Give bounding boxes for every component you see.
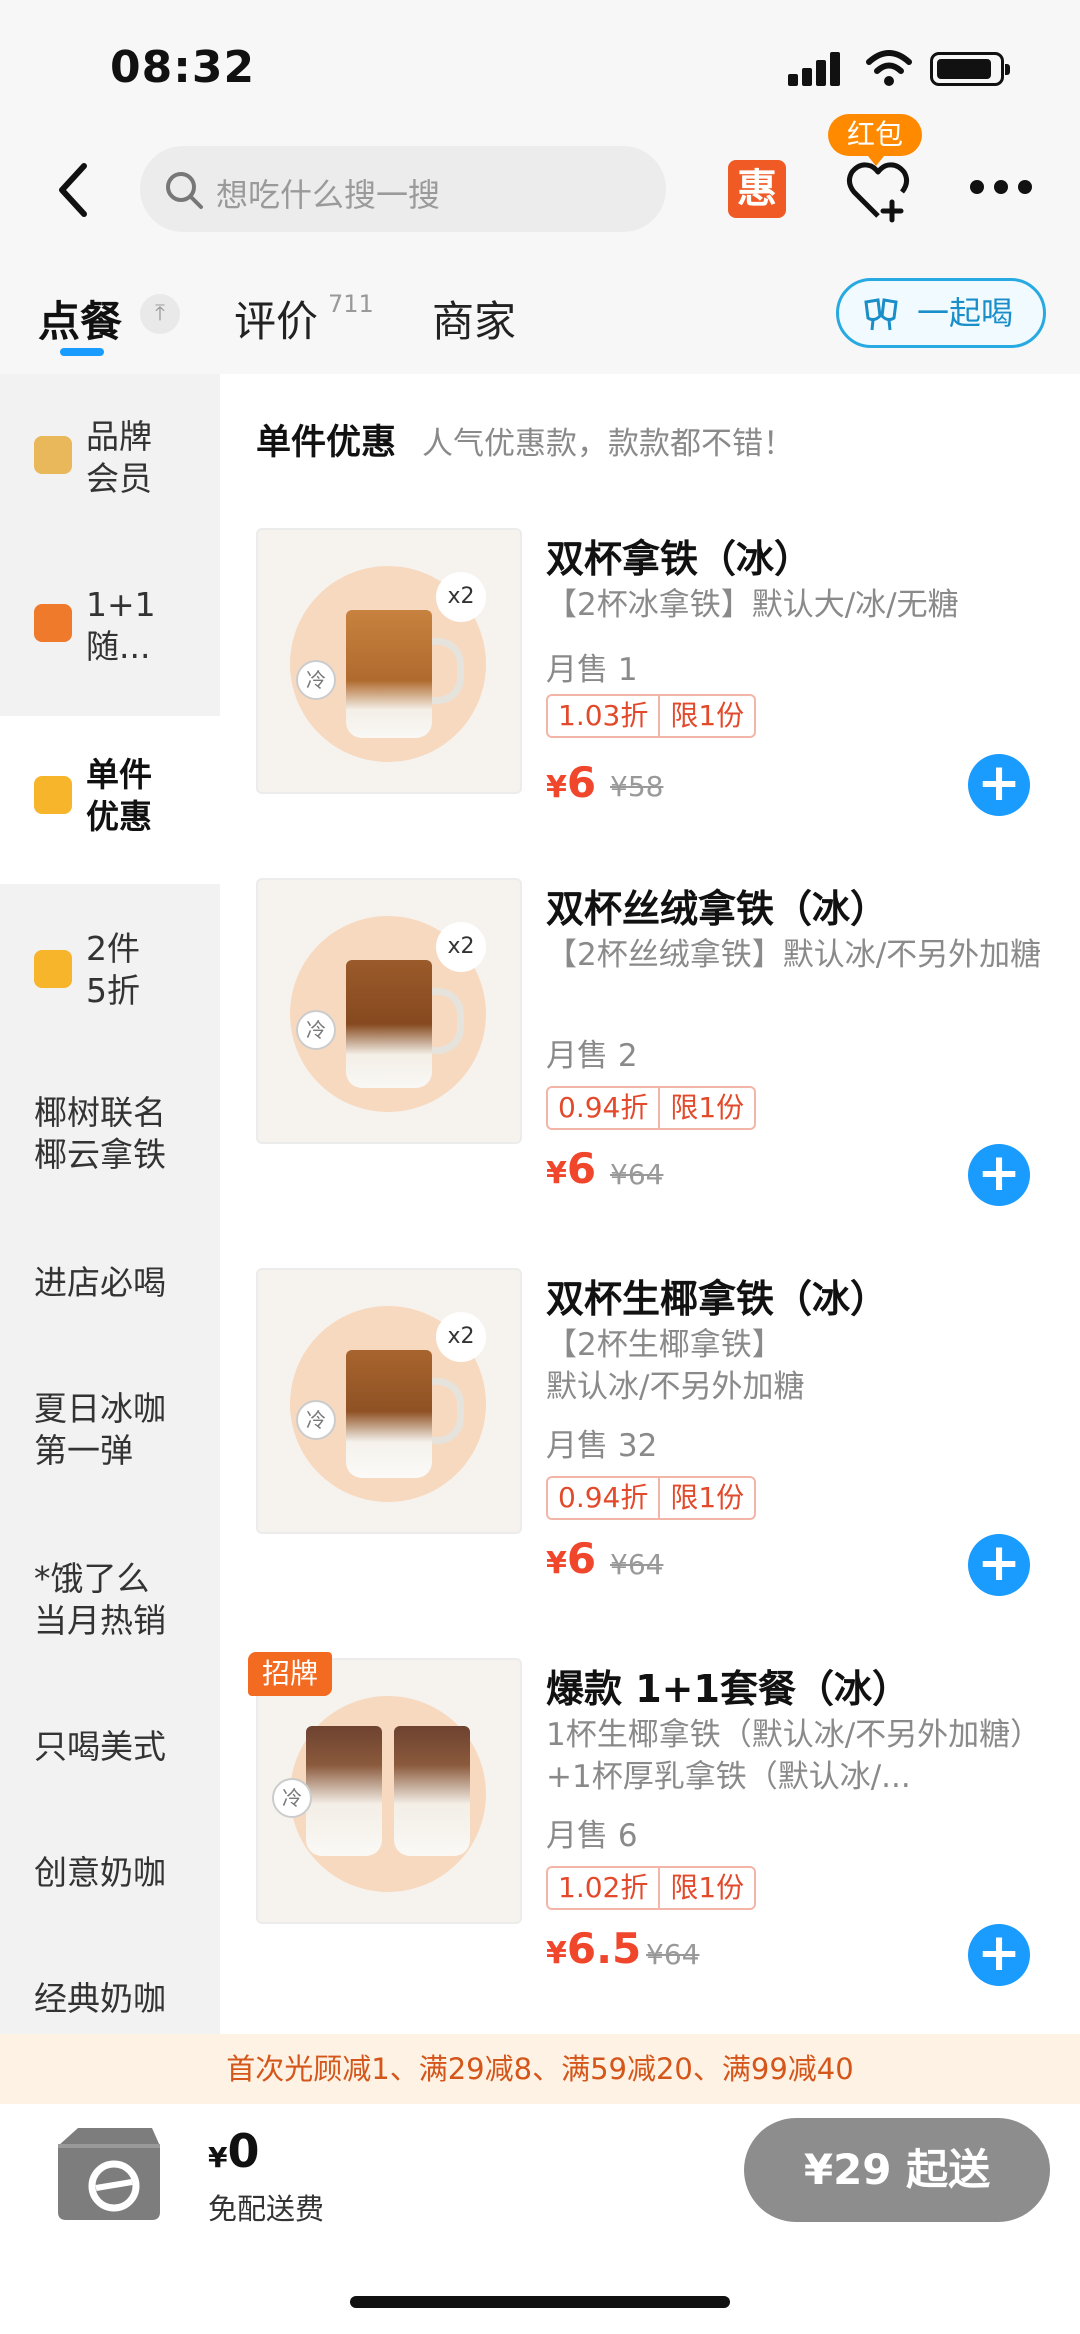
status-bar: 08:32 (0, 0, 1080, 140)
sidebar-item-label: 品牌 会员 (86, 417, 152, 498)
product-card[interactable]: x2 冷 双杯丝绒拿铁（冰） 【2杯丝绒拿铁】默认冰/不另外加糖 月售 2 0.… (256, 878, 1056, 1206)
discount-tag: 0.94折 限1份 (546, 1086, 757, 1130)
product-sales: 月售 2 (546, 1038, 638, 1074)
battery-icon (930, 52, 1010, 86)
delivery-fee: 免配送费 (208, 2192, 325, 2226)
member-icon (34, 436, 72, 474)
sidebar-item-classic-milk[interactable]: 经典奶咖 (34, 1978, 166, 2020)
discount-tag: 1.02折 限1份 (546, 1866, 757, 1910)
tag-icon (34, 776, 72, 814)
cheers-icon (864, 298, 898, 331)
purchase-limit: 限1份 (670, 699, 745, 732)
tab-merchant[interactable]: 商家 (432, 288, 516, 349)
product-price: ¥6 (546, 1144, 597, 1193)
original-price: ¥64 (610, 1548, 664, 1581)
back-arrow-icon[interactable] (52, 160, 96, 220)
sidebar-item-single-discount[interactable]: 单件 优惠 (0, 744, 220, 864)
sidebar-item-must-drink[interactable]: 进店必喝 (34, 1262, 166, 1304)
sidebar-item-label: 单件 优惠 (86, 755, 152, 836)
product-sales: 月售 32 (546, 1428, 658, 1464)
quantity-x2-badge: x2 (436, 572, 486, 622)
product-image: x2 冷 (256, 528, 522, 794)
more-menu-icon[interactable] (970, 180, 1032, 196)
review-count: 711 (328, 290, 374, 318)
discount-rate: 0.94折 (548, 1088, 661, 1128)
product-image: 冷 (256, 1658, 522, 1924)
purchase-limit: 限1份 (670, 1091, 745, 1124)
product-sales: 月售 6 (546, 1818, 638, 1854)
quantity-x2-badge: x2 (436, 1312, 486, 1362)
signature-badge: 招牌 (248, 1652, 332, 1696)
cold-icon: 冷 (296, 1400, 336, 1440)
product-name: 双杯拿铁（冰） (546, 537, 813, 581)
sidebar-item-label: 1+1 随... (86, 585, 156, 666)
tab-review[interactable]: 评价 (234, 288, 318, 349)
add-to-cart-button[interactable]: + (968, 1144, 1030, 1206)
add-to-cart-button[interactable]: + (968, 754, 1030, 816)
product-image: x2 冷 (256, 1268, 522, 1534)
add-to-cart-button[interactable]: + (968, 1924, 1030, 1986)
pin-top-icon[interactable]: ⤒ (140, 294, 180, 334)
sidebar-item-creative-milk[interactable]: 创意奶咖 (34, 1852, 166, 1894)
section-title: 单件优惠 (256, 423, 397, 463)
section-subtitle: 人气优惠款，款款都不错！ (422, 426, 794, 462)
product-card[interactable]: x2 冷 双杯生椰拿铁（冰） 【2杯生椰拿铁】 默认冰/不另外加糖 月售 32 … (256, 1268, 1056, 1596)
original-price: ¥58 (610, 770, 664, 803)
search-placeholder: 想吃什么搜一搜 (216, 176, 441, 214)
product-desc: 【2杯丝绒拿铁】默认冰/不另外加糖 (546, 937, 1042, 973)
hongbao-badge[interactable]: 红包 (828, 114, 922, 166)
sidebar-item-brand-member[interactable]: 品牌 会员 (0, 400, 220, 520)
cart-bag-icon[interactable] (48, 2116, 168, 2226)
product-name: 爆款 1+1套餐（冰） (546, 1667, 910, 1711)
discount-tag: 1.03折 限1份 (546, 694, 757, 738)
checkout-button[interactable]: ¥29 起送 (744, 2118, 1050, 2222)
tag-icon (34, 950, 72, 988)
product-image: x2 冷 (256, 878, 522, 1144)
sidebar-item-summer-iced[interactable]: 夏日冰咖 第一弹 (34, 1388, 166, 1472)
cold-icon: 冷 (296, 660, 336, 700)
product-desc: 【2杯生椰拿铁】 默认冰/不另外加糖 (546, 1327, 805, 1405)
cold-icon: 冷 (272, 1778, 312, 1818)
sidebar-item-two-half-off[interactable]: 2件 5折 (0, 918, 220, 1038)
purchase-limit: 限1份 (670, 1871, 745, 1904)
favorite-add-icon[interactable] (844, 156, 912, 224)
search-icon (166, 172, 203, 209)
quantity-x2-badge: x2 (436, 922, 486, 972)
purchase-limit: 限1份 (670, 1481, 745, 1514)
signal-icon (788, 52, 842, 86)
gift-icon (34, 604, 72, 642)
add-to-cart-button[interactable]: + (968, 1534, 1030, 1596)
cold-icon: 冷 (296, 1010, 336, 1050)
sidebar-item-coconut-latte[interactable]: 椰树联名 椰云拿铁 (34, 1092, 166, 1176)
product-card[interactable]: 冷 招牌 爆款 1+1套餐（冰） 1杯生椰拿铁（默认冰/不另外加糖）+1杯厚乳拿… (248, 1652, 1056, 1986)
status-time: 08:32 (110, 42, 256, 93)
product-sales: 月售 1 (546, 652, 638, 688)
product-price: ¥6 (546, 1534, 597, 1583)
original-price: ¥64 (646, 1938, 700, 1971)
home-indicator (350, 2296, 730, 2308)
sidebar-item-label: 2件 5折 (86, 929, 140, 1010)
cart-total: ¥0 (208, 2124, 260, 2178)
tab-active-indicator (60, 348, 104, 356)
tab-order[interactable]: 点餐 (38, 288, 122, 349)
product-price: ¥6.5 (546, 1924, 642, 1973)
product-name: 双杯丝绒拿铁（冰） (546, 887, 889, 931)
product-price: ¥6 (546, 758, 597, 807)
discount-rate: 0.94折 (548, 1478, 661, 1518)
wifi-icon (866, 50, 912, 86)
product-name: 双杯生椰拿铁（冰） (546, 1277, 889, 1321)
sidebar-item-one-plus-one[interactable]: 1+1 随... (0, 576, 220, 696)
original-price: ¥64 (610, 1158, 664, 1191)
discount-rate: 1.02折 (548, 1868, 661, 1908)
sidebar-item-monthly-hot[interactable]: *饿了么 当月热销 (34, 1558, 166, 1642)
sidebar-item-americano[interactable]: 只喝美式 (34, 1726, 166, 1768)
discount-tag: 0.94折 限1份 (546, 1476, 757, 1520)
discount-rate: 1.03折 (548, 696, 661, 736)
discount-hui-button[interactable]: 惠 (728, 160, 786, 218)
promo-banner[interactable]: 首次光顾减1、满29减8、满59减20、满99减40 (0, 2034, 1080, 2104)
product-desc: 【2杯冰拿铁】默认大/冰/无糖 (546, 587, 959, 623)
product-desc: 1杯生椰拿铁（默认冰/不另外加糖）+1杯厚乳拿铁（默认冰/... (546, 1717, 1042, 1795)
product-card[interactable]: x2 冷 双杯拿铁（冰） 【2杯冰拿铁】默认大/冰/无糖 月售 1 1.03折限… (256, 528, 1056, 818)
